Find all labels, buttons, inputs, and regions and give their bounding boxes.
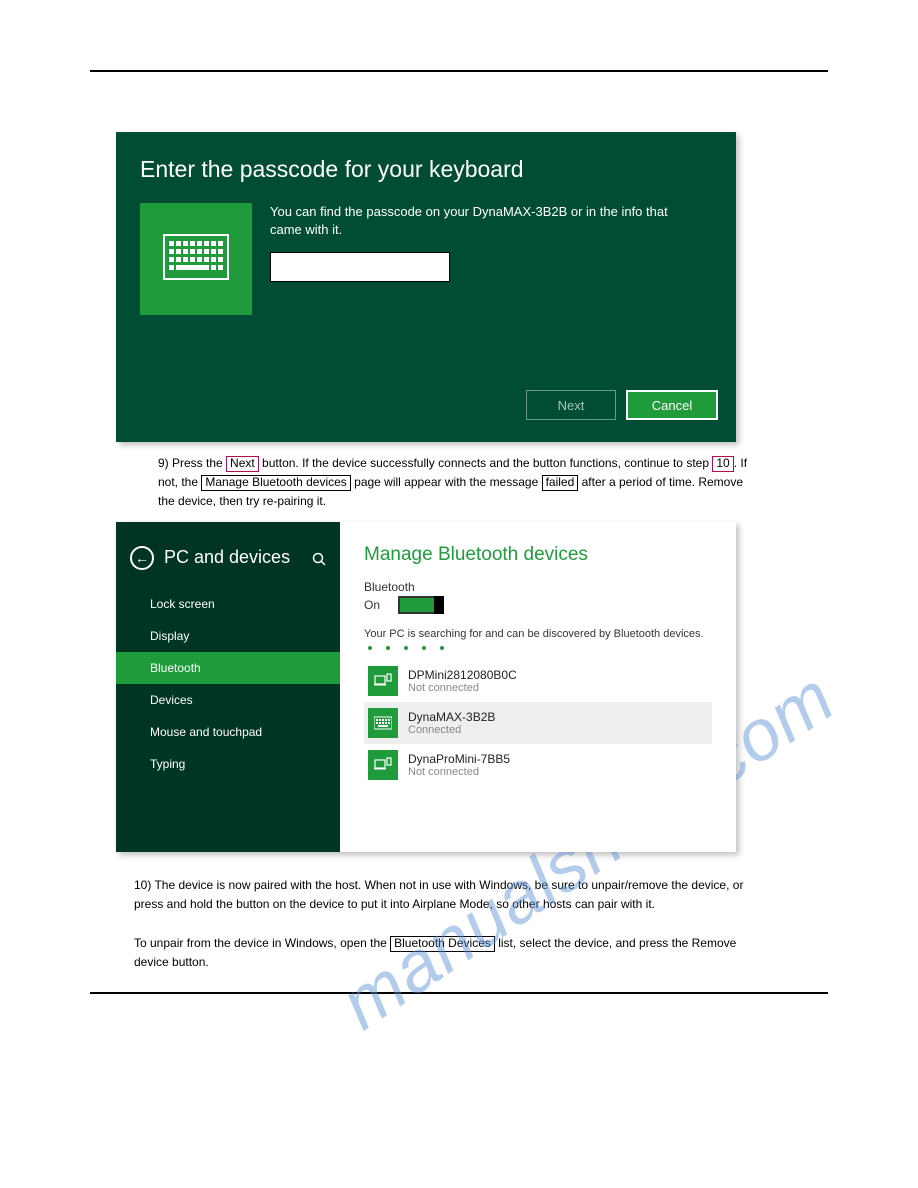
bt-devices-ref-box: Bluetooth Devices: [390, 936, 495, 952]
step-ref-box: 10: [712, 456, 733, 472]
bluetooth-toggle[interactable]: [398, 596, 444, 614]
device-name: DynaProMini-7BB5: [408, 752, 510, 766]
sidebar-item-bluetooth[interactable]: Bluetooth: [116, 652, 340, 684]
manage-bt-ref-box: Manage Bluetooth devices: [201, 475, 350, 491]
progress-dots: [368, 646, 712, 650]
manage-title: Manage Bluetooth devices: [364, 544, 712, 566]
footer-rule: [90, 992, 828, 994]
next-ref-box: Next: [226, 456, 259, 472]
sidebar-title: PC and devices: [164, 547, 290, 568]
header-rule: [90, 70, 828, 72]
device-row[interactable]: DynaMAX-3B2BConnected: [364, 702, 712, 744]
failed-ref-box: failed: [542, 475, 579, 491]
keyboard-icon: [163, 234, 229, 285]
sidebar-item-lock-screen[interactable]: Lock screen: [116, 588, 340, 620]
step-9-paragraph: 9) Press the Next button. If the device …: [158, 454, 758, 512]
bluetooth-state: On: [364, 598, 380, 612]
passcode-input[interactable]: [270, 252, 450, 282]
device-icon: [368, 666, 398, 696]
sidebar-item-display[interactable]: Display: [116, 620, 340, 652]
dialog-message: You can find the passcode on your DynaMA…: [270, 203, 690, 238]
search-icon[interactable]: [312, 552, 326, 569]
dialog-title: Enter the passcode for your keyboard: [140, 156, 712, 183]
device-status: Not connected: [408, 766, 510, 778]
sidebar-item-mouse-and-touchpad[interactable]: Mouse and touchpad: [116, 716, 340, 748]
keyboard-icon: [368, 708, 398, 738]
passcode-dialog: Enter the passcode for your keyboard: [116, 132, 736, 442]
settings-main: Manage Bluetooth devices Bluetooth On Yo…: [340, 522, 736, 852]
back-icon[interactable]: ←: [130, 546, 154, 570]
device-row[interactable]: DPMini2812080B0CNot connected: [364, 660, 712, 702]
device-row[interactable]: DynaProMini-7BB5Not connected: [364, 744, 712, 786]
step-10-paragraph: 10) The device is now paired with the ho…: [134, 876, 774, 914]
searching-text: Your PC is searching for and can be disc…: [364, 628, 712, 640]
unpair-paragraph: To unpair from the device in Windows, op…: [134, 934, 774, 972]
cancel-button[interactable]: Cancel: [626, 390, 718, 420]
keyboard-icon-tile: [140, 203, 252, 315]
sidebar-item-devices[interactable]: Devices: [116, 684, 340, 716]
device-name: DPMini2812080B0C: [408, 668, 517, 682]
settings-sidebar: ← PC and devices Lock screenDisplayBluet…: [116, 522, 340, 852]
next-button[interactable]: Next: [526, 390, 616, 420]
device-status: Connected: [408, 724, 495, 736]
sidebar-item-typing[interactable]: Typing: [116, 748, 340, 780]
device-status: Not connected: [408, 682, 517, 694]
device-icon: [368, 750, 398, 780]
device-name: DynaMAX-3B2B: [408, 710, 495, 724]
bluetooth-label: Bluetooth: [364, 580, 712, 594]
settings-screenshot: ← PC and devices Lock screenDisplayBluet…: [116, 522, 736, 852]
